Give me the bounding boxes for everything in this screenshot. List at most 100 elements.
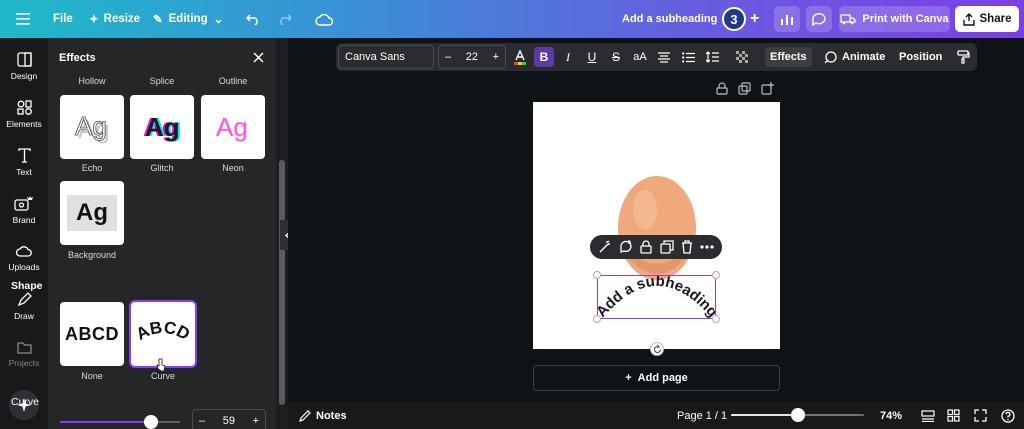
- zoom-slider-thumb[interactable]: [790, 408, 805, 422]
- list-button[interactable]: [678, 47, 698, 67]
- underline-icon: U: [587, 50, 597, 64]
- resize-handle-top-left[interactable]: [593, 271, 601, 279]
- share-button[interactable]: Share: [955, 6, 1019, 32]
- menu-icon[interactable]: [16, 0, 30, 38]
- resize-handle-top-right[interactable]: [712, 271, 720, 279]
- resize-handle-bottom-left[interactable]: [593, 315, 601, 323]
- style-tile-background[interactable]: Ag: [60, 181, 124, 245]
- italic-button[interactable]: I: [558, 47, 578, 67]
- undo-button[interactable]: [246, 0, 260, 38]
- duplicate-icon[interactable]: [738, 82, 751, 95]
- animate-icon: [824, 50, 837, 63]
- copy-style-button[interactable]: [953, 47, 973, 67]
- text-selection-box[interactable]: [597, 275, 716, 319]
- svg-text:Ag: Ag: [216, 112, 248, 142]
- comment-add-icon[interactable]: [619, 240, 633, 254]
- style-caption: Neon: [222, 163, 244, 173]
- notes-button[interactable]: Notes: [299, 402, 347, 429]
- transparency-button[interactable]: [732, 47, 752, 67]
- draw-icon: [17, 291, 32, 306]
- rail-item-uploads[interactable]: Uploads: [0, 236, 48, 280]
- more-options-icon[interactable]: [700, 245, 714, 249]
- paint-roller-icon: [956, 50, 970, 64]
- font-size-increase[interactable]: +: [493, 51, 499, 63]
- font-size-stepper[interactable]: – 22 +: [438, 45, 506, 69]
- style-tile-neon[interactable]: Ag: [201, 95, 265, 159]
- document-title-text: Add a subheading: [622, 13, 718, 25]
- shape-tile-curve[interactable]: ABCD: [131, 302, 195, 366]
- curve-increase-button[interactable]: +: [253, 415, 259, 427]
- background-preview-text: Ag: [76, 199, 108, 226]
- effects-button[interactable]: Effects: [765, 47, 812, 67]
- bold-button[interactable]: B: [534, 47, 554, 67]
- rail-item-projects[interactable]: Projects: [0, 332, 48, 376]
- underline-button[interactable]: U: [582, 47, 602, 67]
- help-button[interactable]: [1001, 402, 1015, 429]
- rail-item-design[interactable]: Design: [0, 44, 48, 88]
- spacing-icon: [705, 51, 719, 63]
- rail-item-text[interactable]: Text: [0, 140, 48, 184]
- strikethrough-button[interactable]: S: [606, 47, 626, 67]
- font-size-decrease[interactable]: –: [445, 51, 451, 63]
- rail-item-elements[interactable]: Elements: [0, 92, 48, 136]
- rail-label: Elements: [6, 118, 42, 129]
- comments-button[interactable]: [806, 6, 832, 32]
- style-caption: Background: [67, 250, 117, 260]
- align-button[interactable]: [654, 47, 674, 67]
- grid-view-button[interactable]: [947, 402, 960, 429]
- font-size-value[interactable]: 22: [466, 51, 478, 63]
- rotate-icon: [653, 344, 661, 353]
- magic-edit-icon[interactable]: [598, 240, 612, 254]
- rotate-handle[interactable]: [650, 342, 664, 356]
- pencil-icon: ✎: [153, 14, 163, 26]
- file-menu[interactable]: File: [53, 0, 73, 38]
- position-label: Position: [899, 51, 943, 63]
- add-collaborator-button[interactable]: +: [750, 0, 759, 38]
- style-tile-glitch[interactable]: Ag Ag Ag: [130, 95, 194, 159]
- shape-none-preview: ABCD: [65, 323, 119, 344]
- spacing-button[interactable]: [702, 47, 722, 67]
- rail-item-brand[interactable]: Brand: [0, 188, 48, 232]
- duplicate-element-icon[interactable]: [659, 240, 674, 254]
- panel-scrollbar-thumb[interactable]: [279, 160, 285, 405]
- text-icon: [17, 147, 31, 163]
- position-button[interactable]: Position: [899, 47, 942, 67]
- text-color-button[interactable]: [510, 47, 530, 67]
- notes-icon: [299, 409, 311, 422]
- resize-button[interactable]: ✦ Resize: [89, 0, 140, 38]
- letter-case-icon: aA: [633, 51, 647, 63]
- lock-icon[interactable]: [716, 82, 728, 95]
- editing-mode-dropdown[interactable]: ✎ Editing ⌄: [153, 0, 223, 38]
- shape-tile-none[interactable]: ABCD: [60, 302, 124, 366]
- zoom-level[interactable]: 74%: [880, 402, 902, 429]
- print-with-canva-button[interactable]: Print with Canva: [839, 6, 950, 32]
- trash-icon[interactable]: [681, 240, 693, 254]
- close-panel-button[interactable]: [248, 47, 268, 67]
- curve-value[interactable]: 59: [223, 415, 235, 427]
- add-page-icon[interactable]: [761, 82, 774, 95]
- curve-decrease-button[interactable]: –: [199, 415, 205, 427]
- cloud-save-status[interactable]: [315, 0, 333, 38]
- egg-highlight: [633, 190, 657, 230]
- fullscreen-button[interactable]: [974, 402, 987, 429]
- document-title[interactable]: Add a subheading: [622, 0, 717, 38]
- panel-title: Effects: [59, 52, 96, 64]
- style-caption: Echo: [81, 163, 103, 173]
- font-family-dropdown[interactable]: Canva Sans: [338, 45, 434, 69]
- collaborator-avatar[interactable]: 3: [722, 7, 746, 31]
- page-indicator[interactable]: Page 1 / 1: [677, 402, 727, 429]
- svg-text:Ag: Ag: [75, 111, 107, 141]
- page-view-button[interactable]: [921, 402, 935, 429]
- text-color-icon: [514, 49, 526, 65]
- letter-case-button[interactable]: aA: [630, 47, 650, 67]
- insights-button[interactable]: [774, 6, 800, 32]
- redo-button[interactable]: [278, 0, 292, 38]
- style-caption-splice: Splice: [149, 76, 175, 86]
- lock-element-icon[interactable]: [640, 240, 652, 254]
- style-tile-echo[interactable]: Ag Ag: [60, 95, 124, 159]
- resize-handle-bottom-right[interactable]: [712, 315, 720, 323]
- curve-value-stepper[interactable]: – 59 +: [192, 409, 266, 429]
- add-page-button[interactable]: + Add page: [533, 365, 780, 391]
- share-icon: [962, 12, 975, 26]
- animate-button[interactable]: Animate: [824, 47, 885, 67]
